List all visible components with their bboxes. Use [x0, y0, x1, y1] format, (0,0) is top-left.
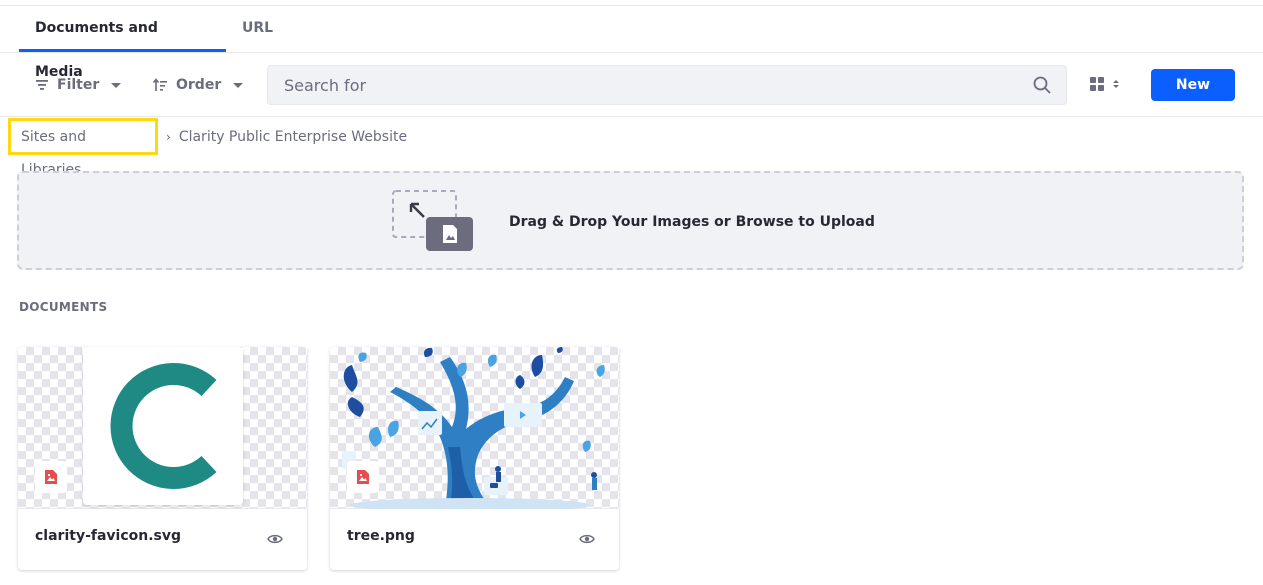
order-button[interactable]: Order [152, 73, 244, 97]
search-bar [267, 65, 1067, 105]
breadcrumb-item-sites-and-libraries[interactable]: Sites and Libraries [8, 118, 158, 178]
document-card[interactable]: tree.png [330, 347, 619, 570]
search-icon[interactable] [1032, 75, 1052, 95]
management-toolbar: Filter Order [0, 53, 1263, 117]
tab-bar: Documents and Media URL [0, 6, 1263, 80]
card-footer: tree.png [330, 509, 619, 570]
caret-down-icon [233, 82, 244, 88]
upload-dropzone[interactable]: Drag & Drop Your Images or Browse to Upl… [17, 171, 1244, 270]
filter-icon [36, 80, 48, 90]
eye-icon[interactable] [267, 533, 283, 545]
upload-image-icon [392, 190, 473, 251]
up-down-caret-icon [1113, 80, 1119, 88]
image-file-icon [347, 461, 379, 493]
card-footer: clarity-favicon.svg [18, 509, 307, 570]
filter-button[interactable]: Filter [35, 73, 122, 97]
order-label: Order [176, 77, 222, 93]
sort-icon [152, 78, 167, 91]
cards-view-icon [1090, 77, 1104, 91]
tab-url[interactable]: URL [226, 6, 289, 52]
filter-label: Filter [57, 77, 100, 93]
image-file-icon [35, 461, 67, 493]
dropzone-text: Drag & Drop Your Images or Browse to Upl… [509, 214, 875, 230]
documents-section-title: DOCUMENTS [19, 300, 108, 314]
display-style-toggle[interactable] [1090, 77, 1119, 91]
eye-icon[interactable] [579, 533, 595, 545]
document-card[interactable]: clarity-favicon.svg [18, 347, 307, 570]
breadcrumb-item-current-site: Clarity Public Enterprise Website [178, 128, 408, 145]
caret-down-icon [111, 82, 122, 88]
clarity-logo-image [83, 347, 243, 505]
new-button[interactable]: New [1151, 69, 1235, 101]
search-input[interactable] [268, 66, 1028, 104]
chevron-right-icon: › [166, 129, 171, 144]
document-thumbnail [18, 347, 307, 509]
document-thumbnail [330, 347, 619, 509]
breadcrumb: Sites and Libraries › Clarity Public Ent… [8, 118, 408, 178]
tab-documents-and-media[interactable]: Documents and Media [19, 6, 226, 80]
document-title[interactable]: clarity-favicon.svg [35, 528, 181, 544]
document-title[interactable]: tree.png [347, 528, 415, 544]
